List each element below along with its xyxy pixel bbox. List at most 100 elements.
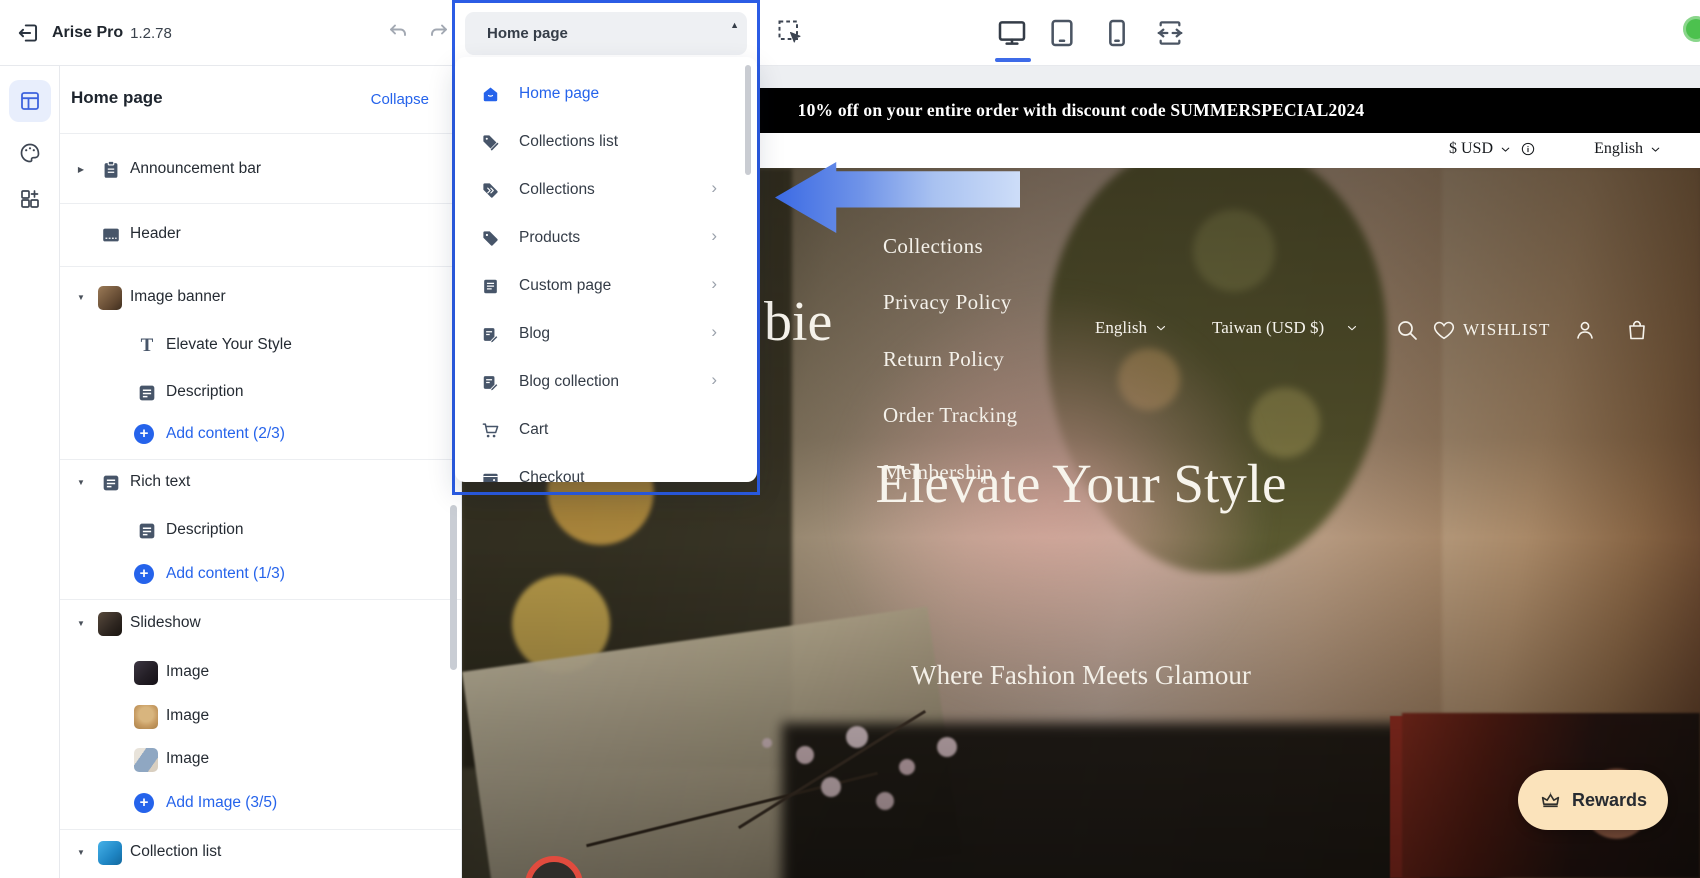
collapse-caret-icon[interactable] <box>74 475 88 491</box>
tree-row-image[interactable]: Image <box>60 695 461 739</box>
slideshow-thumbnail <box>98 612 122 636</box>
dropdown-scrollbar[interactable] <box>745 65 751 175</box>
tag-icon <box>481 229 500 248</box>
account-icon[interactable] <box>1573 318 1597 342</box>
chevron-right-icon <box>711 226 717 246</box>
collapse-caret-icon[interactable] <box>74 616 88 632</box>
plus-circle-icon: + <box>134 564 154 584</box>
divider <box>60 599 461 600</box>
image-banner-thumbnail <box>98 286 122 310</box>
caret-up-icon <box>730 20 739 30</box>
collapse-all-link[interactable]: Collapse <box>371 91 429 108</box>
chevron-down-icon <box>1154 321 1168 335</box>
tree-row-heading[interactable]: T Elevate Your Style <box>60 324 461 368</box>
nav-link-privacy-policy[interactable]: Privacy Policy <box>883 290 1012 315</box>
device-mobile-icon[interactable] <box>1101 17 1133 49</box>
menu-item-collections-list[interactable]: Collections list <box>455 118 757 166</box>
panel-scrollbar[interactable] <box>450 505 457 670</box>
app-title: Arise Pro 1.2.78 <box>52 0 172 66</box>
photo-book-spine <box>1390 716 1420 878</box>
tree-row-image-banner[interactable]: Image banner <box>60 276 461 320</box>
tree-row-add-image[interactable]: + Add Image (3/5) <box>60 782 461 826</box>
apps-integrations-icon[interactable] <box>9 178 51 220</box>
menu-item-home-page[interactable]: Home page <box>455 70 757 118</box>
page-selector-dropdown: Home page Home page Collections list Col… <box>452 0 760 495</box>
page-selector-trigger[interactable]: Home page <box>465 12 747 55</box>
expand-caret-icon[interactable] <box>74 162 88 178</box>
chevron-down-icon <box>1649 143 1662 156</box>
wishlist-link[interactable]: WISHLIST <box>1432 318 1550 342</box>
redo-icon[interactable] <box>427 20 451 44</box>
menu-item-checkout[interactable]: Checkout <box>455 454 757 482</box>
collapse-caret-icon[interactable] <box>74 290 88 306</box>
photo-shadow <box>782 723 1502 878</box>
chevron-right-icon <box>711 274 717 294</box>
divider <box>60 459 461 460</box>
cart-icon <box>481 421 500 440</box>
photo-branch <box>737 709 927 830</box>
heart-icon <box>1432 318 1456 342</box>
device-fullwidth-icon[interactable] <box>1154 17 1186 49</box>
blog-pencil-icon <box>481 325 500 344</box>
menu-item-cart[interactable]: Cart <box>455 406 757 454</box>
app-name: Arise Pro <box>52 24 124 41</box>
tree-row-description[interactable]: Description <box>60 509 461 553</box>
menu-item-blog[interactable]: Blog <box>455 310 757 358</box>
menu-item-collections[interactable]: Collections <box>455 166 757 214</box>
crown-icon <box>1539 789 1562 812</box>
info-icon[interactable] <box>1520 141 1536 157</box>
chevron-right-icon <box>711 322 717 342</box>
currency-selector[interactable]: $ USD <box>1449 140 1536 158</box>
app-version: 1.2.78 <box>130 24 172 42</box>
hero-subtitle: Where Fashion Meets Glamour <box>911 660 1251 690</box>
tree-row-add-content[interactable]: + Add content (1/3) <box>60 553 461 597</box>
tree-row-collection-list[interactable]: Collection list <box>60 831 461 875</box>
photo-blossoms <box>762 738 772 748</box>
blog-pencil-icon <box>481 373 500 392</box>
menu-item-blog-collection[interactable]: Blog collection <box>455 358 757 406</box>
plus-circle-icon: + <box>134 424 154 444</box>
store-logo-fragment[interactable]: bie <box>764 290 832 354</box>
tree-row-image[interactable]: Image <box>60 651 461 695</box>
nav-link-return-policy[interactable]: Return Policy <box>883 347 1004 372</box>
theme-palette-icon[interactable] <box>9 132 51 174</box>
tree-row-image[interactable]: Image <box>60 738 461 782</box>
photo-flowers <box>1047 168 1387 573</box>
chevron-down-icon <box>1345 321 1359 335</box>
rewards-button[interactable]: Rewards <box>1518 770 1668 830</box>
menu-item-custom-page[interactable]: Custom page <box>455 262 757 310</box>
image-thumbnail <box>134 705 158 729</box>
nav-link-order-tracking[interactable]: Order Tracking <box>883 403 1018 428</box>
sections-panel: Home page Collapse Announcement bar Head… <box>60 66 462 878</box>
tree-row-rich-text[interactable]: Rich text <box>60 461 461 505</box>
chat-widget-bubble[interactable] <box>525 856 583 878</box>
sections-tab-icon[interactable] <box>9 80 51 122</box>
active-device-indicator <box>995 58 1031 62</box>
cart-bag-icon[interactable] <box>1625 318 1649 342</box>
search-icon[interactable] <box>1395 318 1419 342</box>
device-desktop-icon[interactable] <box>996 17 1028 49</box>
status-dot <box>1683 16 1700 42</box>
undo-icon[interactable] <box>386 20 410 44</box>
panel-header: Home page Collapse <box>60 66 461 134</box>
header-region-selector[interactable]: Taiwan (USD $) <box>1212 318 1359 338</box>
image-thumbnail <box>134 661 158 685</box>
tree-row-slideshow[interactable]: Slideshow <box>60 602 461 646</box>
tree-row-add-content[interactable]: + Add content (2/3) <box>60 413 461 457</box>
exit-editor-icon[interactable] <box>16 20 42 46</box>
tool-rail <box>0 66 60 878</box>
image-thumbnail <box>134 748 158 772</box>
plus-circle-icon: + <box>134 793 154 813</box>
photo-magazine <box>462 606 963 878</box>
tree-row-announcement-bar[interactable]: Announcement bar <box>60 148 461 192</box>
tree-row-header[interactable]: Header <box>60 213 461 257</box>
device-tablet-icon[interactable] <box>1046 17 1078 49</box>
nav-link-collections[interactable]: Collections <box>883 234 983 259</box>
collapse-caret-icon[interactable] <box>74 845 88 861</box>
nav-link-membership[interactable]: Membership <box>883 460 993 485</box>
menu-item-products[interactable]: Products <box>455 214 757 262</box>
tree-row-description[interactable]: Description <box>60 371 461 415</box>
select-section-tool-icon[interactable] <box>776 18 804 46</box>
language-selector[interactable]: English <box>1594 140 1662 158</box>
header-language-selector[interactable]: English <box>1095 318 1168 338</box>
